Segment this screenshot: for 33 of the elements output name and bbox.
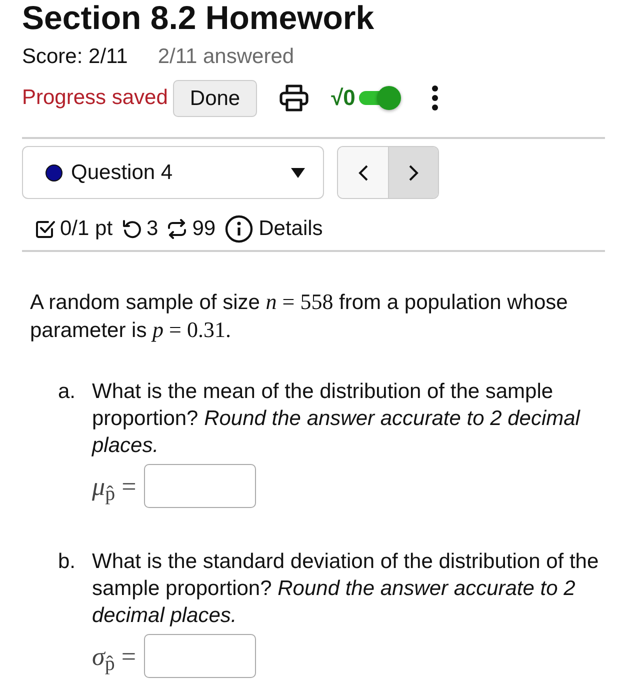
checked-box-icon [35,219,55,239]
score-text: Score: 2/11 [22,44,128,70]
formula-label: σ$_{p̂}$ = [92,640,136,676]
chevron-left-icon [358,164,368,180]
chevron-right-icon [408,164,418,180]
question-dropdown[interactable]: Question 4 [22,146,324,199]
print-icon[interactable] [279,84,310,112]
part-marker: a. [58,379,77,405]
attempts-count: 99 [192,216,216,242]
previous-button[interactable] [338,147,388,198]
math-toggle-label: √0 [331,87,356,109]
details-button[interactable]: Details [224,215,323,243]
next-button[interactable] [388,147,438,198]
toggle-switch[interactable] [359,85,402,111]
status-dot-icon [45,164,63,182]
dropdown-caret-icon [291,168,305,178]
answer-field[interactable] [144,634,256,678]
page-title: Section 8.2 Homework [22,0,376,36]
points-text: 0/1 pt [60,216,113,242]
question-text: What is the mean of the distribution of the sample proportion? Round the answer accurate to 2 decimal places. [92,379,582,459]
undo-arrow-icon [122,219,142,239]
formula-label: μ$_{p̂}$ = [92,470,136,506]
answered-count: 2/11 answered [158,44,294,70]
repeat-arrows-icon [167,219,188,239]
retries-count: 3 [146,216,158,242]
more-menu-icon[interactable] [431,85,440,111]
part-marker: b. [58,549,77,575]
done-button[interactable]: Done [172,80,258,116]
problem-text: A random sample of size n = 558 from a population whose parameter is p = 0.31. [30,288,569,344]
answer-field[interactable] [144,464,256,508]
question-text: What is the standard deviation of the distribution of the sample proportion? Round the answer accurate to 2 decimal places. [92,549,600,629]
progress-status: Progress saved [22,85,168,112]
info-icon [224,215,253,243]
